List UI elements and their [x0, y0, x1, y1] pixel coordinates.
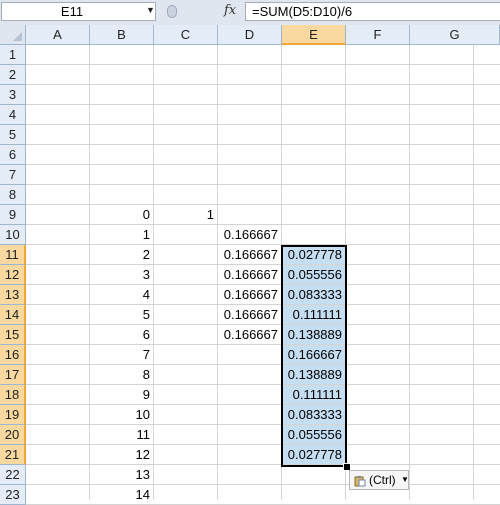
- select-all-button[interactable]: [0, 25, 26, 45]
- gridline-vertical: [409, 45, 410, 500]
- cell-d10[interactable]: 0.166667: [218, 225, 282, 245]
- row-header-10[interactable]: 10: [0, 225, 26, 245]
- cell-b19[interactable]: 10: [90, 405, 154, 425]
- cell-d14[interactable]: 0.166667: [218, 305, 282, 325]
- cell-c9[interactable]: 1: [154, 205, 218, 225]
- gridline-horizontal: [26, 104, 500, 105]
- gridline-horizontal: [26, 164, 500, 165]
- column-header-b[interactable]: B: [90, 25, 154, 45]
- row-header-20[interactable]: 20: [0, 425, 26, 445]
- row-header-8[interactable]: 8: [0, 185, 26, 205]
- row-header-7[interactable]: 7: [0, 165, 26, 185]
- row-header-18[interactable]: 18: [0, 385, 26, 405]
- formula-text: =SUM(D5:D10)/6: [252, 4, 353, 19]
- clipboard-icon: [354, 474, 366, 487]
- selection-border: [281, 245, 347, 467]
- formula-input[interactable]: =SUM(D5:D10)/6: [245, 2, 500, 21]
- paste-options-label: (Ctrl): [369, 473, 396, 487]
- cell-d15[interactable]: 0.166667: [218, 325, 282, 345]
- cell-b17[interactable]: 8: [90, 365, 154, 385]
- gridline-horizontal: [26, 64, 500, 65]
- cell-d13[interactable]: 0.166667: [218, 285, 282, 305]
- cell-d11[interactable]: 0.166667: [218, 245, 282, 265]
- column-header-g[interactable]: G: [410, 25, 500, 45]
- row-header-6[interactable]: 6: [0, 145, 26, 165]
- cell-b14[interactable]: 5: [90, 305, 154, 325]
- formula-bar: E11 ▼ fx =SUM(D5:D10)/6: [0, 0, 500, 26]
- row-header-23[interactable]: 23: [0, 485, 26, 505]
- worksheet-grid[interactable]: A B C D E F G 1 2 3 4 5 6 7 8 9 10 11 12 13 14 15 16 17 18 19 20 21…: [0, 25, 500, 505]
- row-header-22[interactable]: 22: [0, 465, 26, 485]
- gridline-horizontal: [26, 84, 500, 85]
- column-header-a[interactable]: A: [26, 25, 90, 45]
- row-header-11[interactable]: 11: [0, 245, 26, 265]
- cell-b15[interactable]: 6: [90, 325, 154, 345]
- gridline-horizontal: [26, 124, 500, 125]
- gridline-horizontal: [26, 144, 500, 145]
- row-header-12[interactable]: 12: [0, 265, 26, 285]
- row-header-2[interactable]: 2: [0, 65, 26, 85]
- cell-b12[interactable]: 3: [90, 265, 154, 285]
- name-box[interactable]: E11 ▼: [1, 2, 156, 21]
- gridline-horizontal: [26, 184, 500, 185]
- cell-b21[interactable]: 12: [90, 445, 154, 465]
- row-header-3[interactable]: 3: [0, 85, 26, 105]
- formula-bar-resize-handle[interactable]: [167, 5, 177, 18]
- cell-b11[interactable]: 2: [90, 245, 154, 265]
- row-header-21[interactable]: 21: [0, 445, 26, 465]
- row-header-9[interactable]: 9: [0, 205, 26, 225]
- row-header-14[interactable]: 14: [0, 305, 26, 325]
- column-header-c[interactable]: C: [154, 25, 218, 45]
- cell-b20[interactable]: 11: [90, 425, 154, 445]
- cell-b13[interactable]: 4: [90, 285, 154, 305]
- insert-function-button[interactable]: fx: [224, 3, 236, 18]
- row-header-19[interactable]: 19: [0, 405, 26, 425]
- cell-b23[interactable]: 14: [90, 485, 154, 505]
- row-header-13[interactable]: 13: [0, 285, 26, 305]
- select-all-triangle-icon: [13, 32, 22, 41]
- row-header-17[interactable]: 17: [0, 365, 26, 385]
- cell-b16[interactable]: 7: [90, 345, 154, 365]
- column-header-e[interactable]: E: [282, 25, 346, 45]
- column-header-d[interactable]: D: [218, 25, 282, 45]
- gridline-vertical: [473, 45, 474, 500]
- row-header-5[interactable]: 5: [0, 125, 26, 145]
- column-header-f[interactable]: F: [346, 25, 410, 45]
- cell-b22[interactable]: 13: [90, 465, 154, 485]
- row-header-15[interactable]: 15: [0, 325, 26, 345]
- row-header-4[interactable]: 4: [0, 105, 26, 125]
- chevron-down-icon[interactable]: ▼: [146, 5, 155, 15]
- cell-b10[interactable]: 1: [90, 225, 154, 245]
- cell-b18[interactable]: 9: [90, 385, 154, 405]
- paste-options-button[interactable]: (Ctrl) ▼: [349, 470, 409, 490]
- cell-d12[interactable]: 0.166667: [218, 265, 282, 285]
- name-box-value: E11: [60, 4, 84, 19]
- cell-b9[interactable]: 0: [90, 205, 154, 225]
- row-header-1[interactable]: 1: [0, 45, 26, 65]
- row-header-16[interactable]: 16: [0, 345, 26, 365]
- chevron-down-icon: ▼: [401, 475, 409, 484]
